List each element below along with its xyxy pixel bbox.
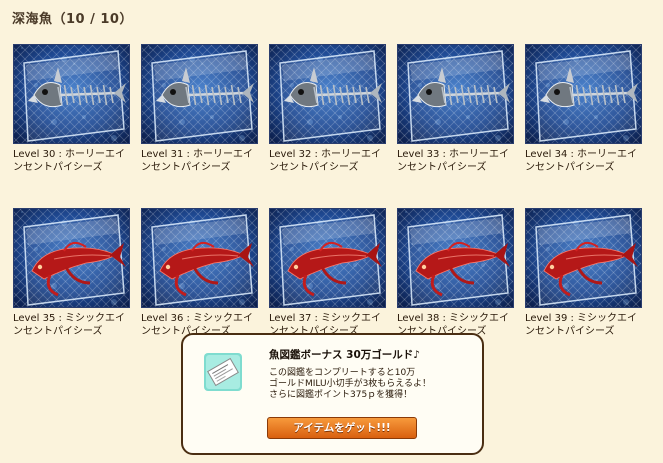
fish-card: Level 36 : ミシックエインセントパイシーズ — [141, 208, 269, 338]
fish-image-skeleton[interactable] — [13, 44, 130, 144]
fish-image-red[interactable] — [397, 208, 514, 308]
bonus-description: この図鑑をコンプリートすると10万 ゴールドMILU小切手が3枚もらえるよ！ さ… — [269, 368, 474, 401]
bonus-panel: 魚図鑑ボーナス 30万ゴールド♪ この図鑑をコンプリートすると10万 ゴールドM… — [181, 333, 484, 455]
fish-image-red[interactable] — [525, 208, 642, 308]
fish-label: Level 30 : ホーリーエインセントパイシーズ — [13, 149, 126, 173]
fish-row: Level 30 : ホーリーエインセントパイシーズ Level 31 : ホー… — [13, 44, 653, 174]
fish-card: Level 31 : ホーリーエインセントパイシーズ — [141, 44, 269, 174]
fish-label: Level 39 : ミシックエインセントパイシーズ — [525, 313, 638, 337]
fish-image-skeleton[interactable] — [397, 44, 514, 144]
fish-image-skeleton[interactable] — [141, 44, 258, 144]
fish-label: Level 31 : ホーリーエインセントパイシーズ — [141, 149, 254, 173]
fish-card: Level 34 : ホーリーエインセントパイシーズ — [525, 44, 653, 174]
fish-card: Level 30 : ホーリーエインセントパイシーズ — [13, 44, 141, 174]
fish-label: Level 34 : ホーリーエインセントパイシーズ — [525, 149, 638, 173]
bonus-desc-line: さらに図鑑ポイント375ｐを獲得！ — [269, 390, 413, 400]
fish-card: Level 35 : ミシックエインセントパイシーズ — [13, 208, 141, 338]
fish-card: Level 32 : ホーリーエインセントパイシーズ — [269, 44, 397, 174]
fish-label: Level 32 : ホーリーエインセントパイシーズ — [269, 149, 382, 173]
fish-image-red[interactable] — [141, 208, 258, 308]
fish-grid: Level 30 : ホーリーエインセントパイシーズ Level 31 : ホー… — [13, 44, 653, 338]
bonus-desc-line: この図鑑をコンプリートすると10万 — [269, 368, 416, 378]
fish-card: Level 33 : ホーリーエインセントパイシーズ — [397, 44, 525, 174]
page-title: 深海魚（10 / 10） — [12, 12, 133, 27]
fish-row: Level 35 : ミシックエインセントパイシーズ Level 36 : ミシ… — [13, 208, 653, 338]
get-item-button[interactable]: アイテムをゲット!!! — [267, 417, 417, 439]
fish-image-skeleton[interactable] — [525, 44, 642, 144]
bonus-desc-line: ゴールドMILU小切手が3枚もらえるよ！ — [269, 379, 432, 389]
ticket-icon — [203, 352, 243, 392]
fish-card: Level 38 : ミシックエインセントパイシーズ — [397, 208, 525, 338]
fish-image-red[interactable] — [13, 208, 130, 308]
fish-label: Level 33 : ホーリーエインセントパイシーズ — [397, 149, 510, 173]
bonus-title: 魚図鑑ボーナス 30万ゴールド♪ — [269, 349, 420, 361]
fish-label: Level 35 : ミシックエインセントパイシーズ — [13, 313, 126, 337]
fish-card: Level 37 : ミシックエインセントパイシーズ — [269, 208, 397, 338]
fish-image-red[interactable] — [269, 208, 386, 308]
fish-card: Level 39 : ミシックエインセントパイシーズ — [525, 208, 653, 338]
fish-image-skeleton[interactable] — [269, 44, 386, 144]
